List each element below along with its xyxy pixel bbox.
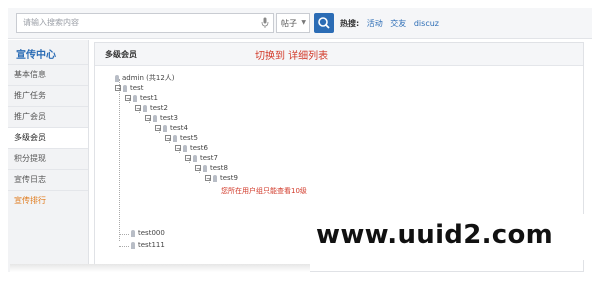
tree-node-label: test3 (160, 114, 178, 122)
collapse-icon[interactable]: − (175, 145, 181, 152)
user-icon (193, 154, 197, 162)
user-icon (131, 229, 135, 237)
tree-node[interactable]: test111 (131, 241, 165, 249)
sidebar-item-promo-tasks[interactable]: 推广任务 (8, 85, 88, 106)
user-icon (115, 74, 119, 82)
collapse-icon[interactable]: − (115, 85, 121, 92)
tree-node[interactable]: − test6 (175, 144, 208, 152)
hot-link-friends[interactable]: 交友 (390, 19, 406, 28)
user-icon (213, 174, 217, 182)
tree-node-label: test (130, 84, 144, 92)
tree-node-label: test2 (150, 104, 168, 112)
search-placeholder: 请输入搜索内容 (23, 18, 79, 27)
sidebar-item-basic-info[interactable]: 基本信息 (8, 64, 88, 85)
collapse-icon[interactable]: − (125, 95, 131, 102)
search-button[interactable] (314, 13, 334, 33)
sidebar-item-promo-ranking[interactable]: 宣传排行 (8, 190, 88, 211)
user-icon (203, 164, 207, 172)
user-icon (143, 104, 147, 112)
tree-node-label: test111 (138, 241, 165, 249)
tree-node[interactable]: − test (115, 84, 143, 92)
hot-search: 热搜: 活动 交友 discuz (340, 18, 439, 29)
tree-node[interactable]: test000 (131, 229, 165, 237)
tree-node-label: test6 (190, 144, 208, 152)
tree-node-label: test8 (210, 164, 228, 172)
search-input[interactable]: 请输入搜索内容 (16, 13, 274, 33)
user-icon (173, 134, 177, 142)
tree-node-label: test7 (200, 154, 218, 162)
sidebar-item-promo-members[interactable]: 推广会员 (8, 106, 88, 127)
hot-search-label: 热搜: (340, 19, 360, 28)
collapse-icon[interactable]: − (205, 175, 211, 182)
tree-node-label: test5 (180, 134, 198, 142)
top-search-bar: 请输入搜索内容 帖子 ▼ 热搜: 活动 交友 discuz (8, 8, 592, 39)
tree-root[interactable]: admin (共12人) (115, 73, 175, 83)
tree-node-label: test4 (170, 124, 188, 132)
level-limit-warning: 您所在用户组只能查看10级 (221, 187, 307, 195)
user-icon (163, 124, 167, 132)
search-type-select[interactable]: 帖子 ▼ (276, 13, 310, 33)
collapse-icon[interactable]: − (185, 155, 191, 162)
sidebar-menu: 基本信息 推广任务 推广会员 多级会员 积分提现 宣传日志 宣传排行 (8, 64, 88, 211)
tree-node[interactable]: − test1 (125, 94, 158, 102)
tree-node-label: test9 (220, 174, 238, 182)
collapse-icon[interactable]: − (165, 135, 171, 142)
sidebar: 宣传中心 基本信息 推广任务 推广会员 多级会员 积分提现 宣传日志 宣传排行 (8, 40, 89, 272)
watermark: www.uuid2.com (316, 220, 554, 250)
sidebar-item-points-withdraw[interactable]: 积分提现 (8, 148, 88, 169)
search-type-value: 帖子 (281, 19, 297, 28)
tree-node[interactable]: − test3 (145, 114, 178, 122)
user-icon (123, 84, 127, 92)
sidebar-item-promo-log[interactable]: 宣传日志 (8, 169, 88, 190)
chevron-down-icon: ▼ (301, 19, 306, 26)
page: 请输入搜索内容 帖子 ▼ 热搜: 活动 交友 discuz 宣传中心 基本信息 … (0, 0, 600, 282)
tree-node[interactable]: − test4 (155, 124, 188, 132)
tree-node-label: test000 (138, 229, 165, 237)
microphone-icon[interactable] (261, 17, 269, 29)
search-icon (318, 17, 330, 29)
tree-root-label: admin (共12人) (122, 74, 175, 82)
collapse-icon[interactable]: − (195, 165, 201, 172)
sidebar-item-multilevel-members[interactable]: 多级会员 (8, 127, 88, 148)
tree-node[interactable]: − test7 (185, 154, 218, 162)
hot-link-activity[interactable]: 活动 (367, 19, 383, 28)
tree-node[interactable]: − test2 (135, 104, 168, 112)
tree-node-label: test1 (140, 94, 158, 102)
collapse-icon[interactable]: − (135, 105, 141, 112)
tree-node[interactable]: − test9 (205, 174, 238, 182)
user-icon (131, 241, 135, 249)
user-icon (133, 94, 137, 102)
hot-link-discuz[interactable]: discuz (414, 19, 439, 28)
torn-edge-shadow (10, 264, 310, 272)
tree-node[interactable]: − test5 (165, 134, 198, 142)
user-icon (183, 144, 187, 152)
user-icon (153, 114, 157, 122)
collapse-icon[interactable]: − (155, 125, 161, 132)
tree-node[interactable]: − test8 (195, 164, 228, 172)
collapse-icon[interactable]: − (145, 115, 151, 122)
sidebar-title: 宣传中心 (16, 50, 56, 61)
